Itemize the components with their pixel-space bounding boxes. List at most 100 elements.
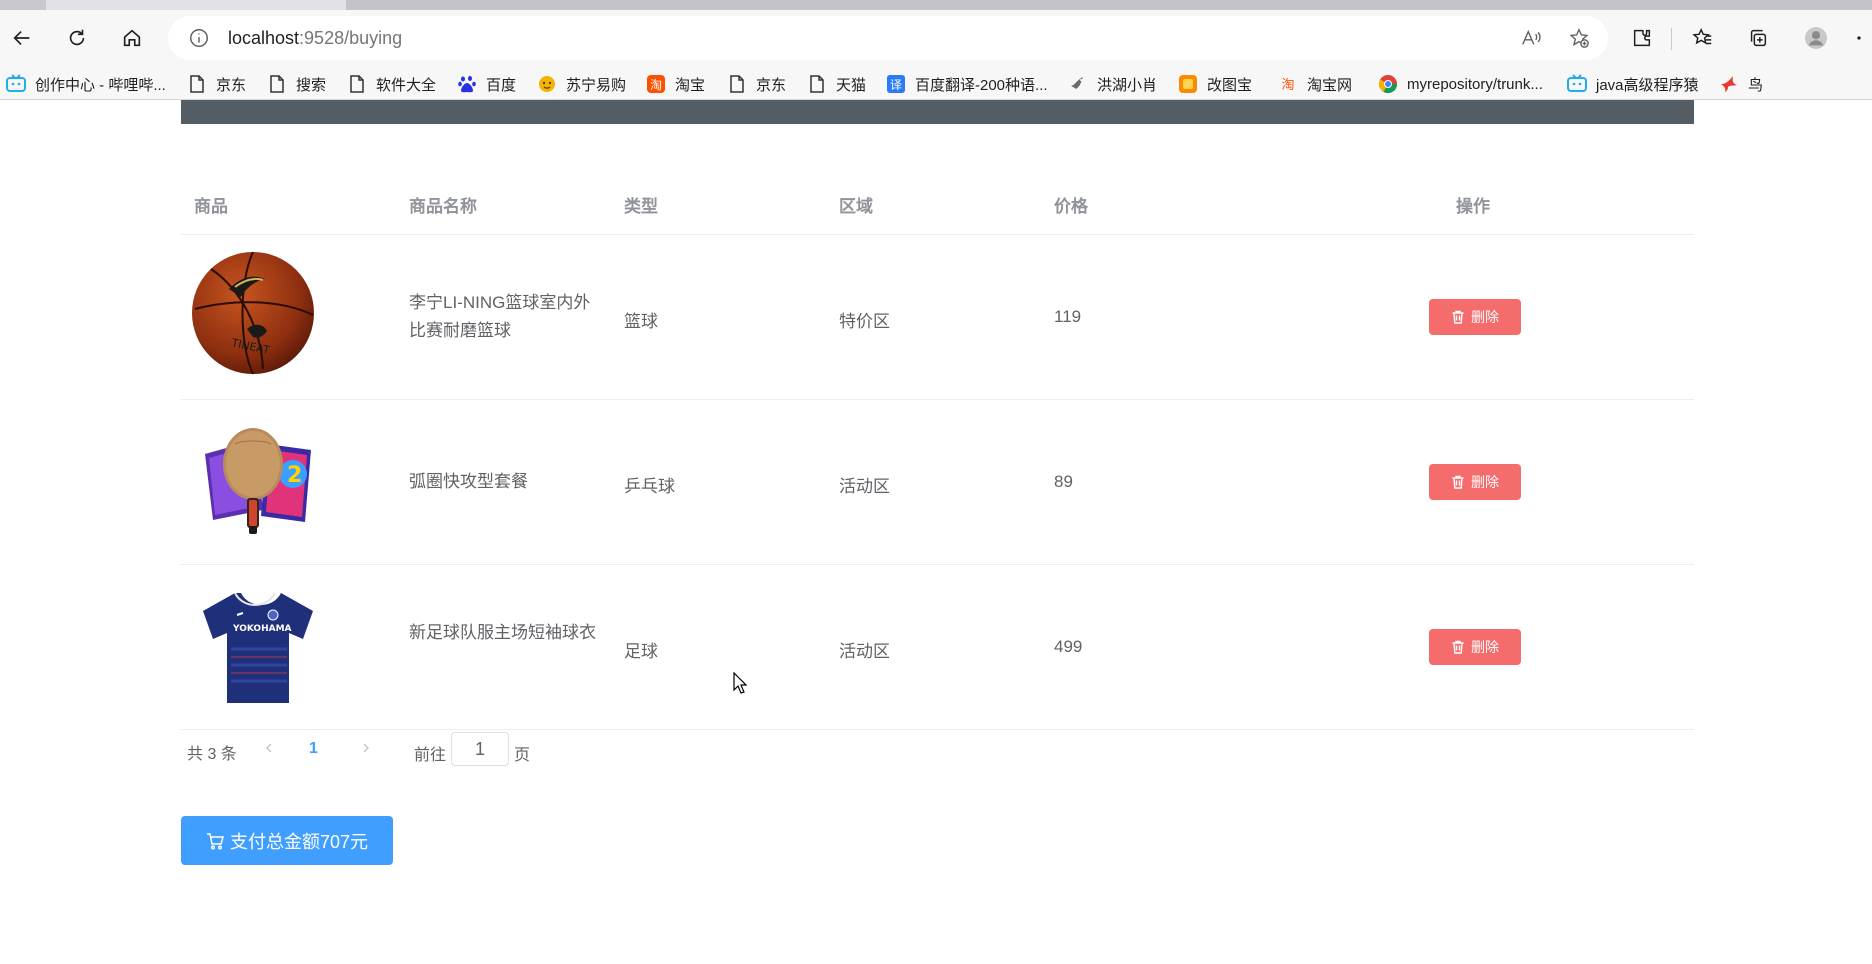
top-nav-bar [181, 100, 1694, 124]
pagination-total: 共 3 条 [187, 746, 237, 763]
next-page-icon[interactable] [356, 738, 376, 758]
url-text[interactable]: localhost:9528/buying [228, 28, 402, 49]
page-number-current[interactable]: 1 [309, 740, 318, 758]
pagination: 共 3 条 1 前往 页 [181, 728, 881, 768]
bookmark-item[interactable]: 鸟 [1719, 72, 1763, 96]
svg-text:淘: 淘 [650, 78, 662, 92]
bookmark-label: 天猫 [836, 76, 867, 94]
bookmark-label: 苏宁易购 [566, 76, 627, 94]
bird-icon [1068, 74, 1088, 94]
mouse-cursor-icon [733, 672, 747, 694]
header-type: 类型 [624, 197, 658, 216]
table-row: YOKOHAMA 新足球队服主场短袖球衣 足球 活动区 499 删除 [181, 565, 1694, 730]
delete-button[interactable]: 删除 [1429, 299, 1521, 335]
product-type: 篮球 [624, 312, 658, 331]
bilibili-icon [6, 74, 26, 94]
product-name: 新足球队服主场短袖球衣 [409, 623, 596, 642]
product-name: 弧圈快攻型套餐 [409, 472, 528, 491]
add-favorite-icon[interactable] [1568, 27, 1590, 49]
browser-tab[interactable] [346, 0, 1872, 10]
profile-avatar-icon[interactable] [1796, 18, 1836, 58]
product-region: 活动区 [839, 642, 890, 661]
bookmark-label: 百度翻译-200种语... [915, 76, 1048, 94]
back-icon[interactable] [2, 18, 42, 58]
read-aloud-icon[interactable] [1520, 27, 1542, 49]
home-icon[interactable] [112, 18, 152, 58]
address-bar[interactable]: localhost:9528/buying [168, 16, 1608, 60]
goto-label: 前往 [414, 747, 447, 764]
bilibili-icon [1567, 74, 1587, 94]
bookmark-item[interactable]: 洪湖小肖 [1068, 72, 1157, 96]
table-row: 2 弧圈快攻型套餐 乒乓球 活动区 89 删除 [181, 400, 1694, 565]
bookmark-label: 淘宝 [675, 76, 706, 94]
svg-text:译: 译 [890, 78, 902, 92]
delete-button[interactable]: 删除 [1429, 464, 1521, 500]
bookmark-item[interactable]: 搜索 [267, 72, 326, 96]
shopping-cart-icon [206, 832, 224, 850]
bookmark-item[interactable]: 天猫 [807, 72, 866, 96]
goto-page-input[interactable] [451, 732, 509, 766]
delete-label: 删除 [1471, 474, 1499, 490]
bookmark-item[interactable]: 淘 淘宝网 [1278, 72, 1352, 96]
header-product: 商品 [194, 197, 228, 216]
bookmark-item[interactable]: 改图宝 [1178, 72, 1252, 96]
header-name: 商品名称 [409, 197, 477, 216]
page-icon [807, 74, 827, 94]
page-icon [187, 74, 207, 94]
bookmark-item[interactable]: myrepository/trunk... [1378, 72, 1543, 96]
trash-icon [1452, 310, 1464, 324]
bookmark-item[interactable]: 译 百度翻译-200种语... [886, 72, 1048, 96]
taobao-icon: 淘 [1278, 74, 1298, 94]
bookmark-label: 淘宝网 [1307, 76, 1353, 94]
bookmark-item[interactable]: java高级程序猿 [1567, 72, 1699, 96]
page-unit-label: 页 [514, 747, 531, 764]
bookmark-label: 京东 [756, 76, 787, 94]
bookmark-item[interactable]: 淘 淘宝 [646, 72, 705, 96]
table-row: TINEAT 李宁LI-NING篮球室内外比赛耐磨篮球 篮球 特价区 119 删… [181, 235, 1694, 400]
bookmark-item[interactable]: 京东 [187, 72, 246, 96]
product-price: 499 [1054, 637, 1083, 656]
product-type: 足球 [624, 642, 658, 661]
football-jersey-image: YOKOHAMA [203, 592, 313, 703]
bookmark-item[interactable]: 京东 [727, 72, 786, 96]
bookmark-item[interactable]: 苏宁易购 [537, 72, 626, 96]
toolbar-divider [1671, 28, 1672, 50]
bookmark-label: 创作中心 - 哔哩哔... [35, 76, 166, 94]
delete-button[interactable]: 删除 [1429, 629, 1521, 665]
basketball-image: TINEAT [192, 251, 314, 375]
reload-icon[interactable] [57, 18, 97, 58]
baidu-icon [457, 74, 477, 94]
chrome-icon [1378, 74, 1398, 94]
bird-icon [1719, 74, 1739, 94]
bookmark-item[interactable]: 创作中心 - 哔哩哔... [6, 72, 166, 96]
bookmark-label: 鸟 [1748, 76, 1764, 94]
bookmark-item[interactable]: 软件大全 [347, 72, 436, 96]
bookmark-label: 百度 [486, 76, 517, 94]
site-info-icon[interactable] [188, 27, 210, 49]
bookmark-label: 改图宝 [1207, 76, 1253, 94]
favorites-icon[interactable] [1683, 18, 1723, 58]
url-host: localhost [228, 28, 300, 48]
pay-total-button[interactable]: 支付总金额707元 [181, 816, 393, 865]
bookmark-label: 洪湖小肖 [1097, 76, 1158, 94]
taobao-icon: 淘 [646, 74, 666, 94]
table-header: 商品 商品名称 类型 区域 价格 操作 [181, 172, 1694, 235]
product-region: 活动区 [839, 477, 890, 496]
cart-table: 商品 商品名称 类型 区域 价格 操作 TINEAT 李宁LI-NING篮球室内… [181, 172, 1694, 730]
extensions-icon[interactable] [1622, 18, 1662, 58]
trash-icon [1452, 640, 1464, 654]
bookmark-label: 京东 [216, 76, 247, 94]
bookmarks-bar: 创作中心 - 哔哩哔... 京东 搜索 软件大全 百度 苏宁易购 淘 淘宝 京东… [0, 68, 1872, 100]
more-menu-icon[interactable] [1846, 18, 1872, 58]
header-price: 价格 [1054, 197, 1088, 216]
bookmark-label: myrepository/trunk... [1407, 75, 1543, 93]
delete-label: 删除 [1471, 309, 1499, 325]
browser-tab[interactable] [0, 0, 46, 10]
svg-text:2: 2 [287, 463, 302, 488]
collections-icon[interactable] [1738, 18, 1778, 58]
header-action: 操作 [1456, 197, 1490, 216]
prev-page-icon[interactable] [259, 738, 279, 758]
bookmark-label: java高级程序猿 [1596, 76, 1699, 94]
bookmark-item[interactable]: 百度 [457, 72, 516, 96]
svg-text:YOKOHAMA: YOKOHAMA [232, 624, 292, 634]
